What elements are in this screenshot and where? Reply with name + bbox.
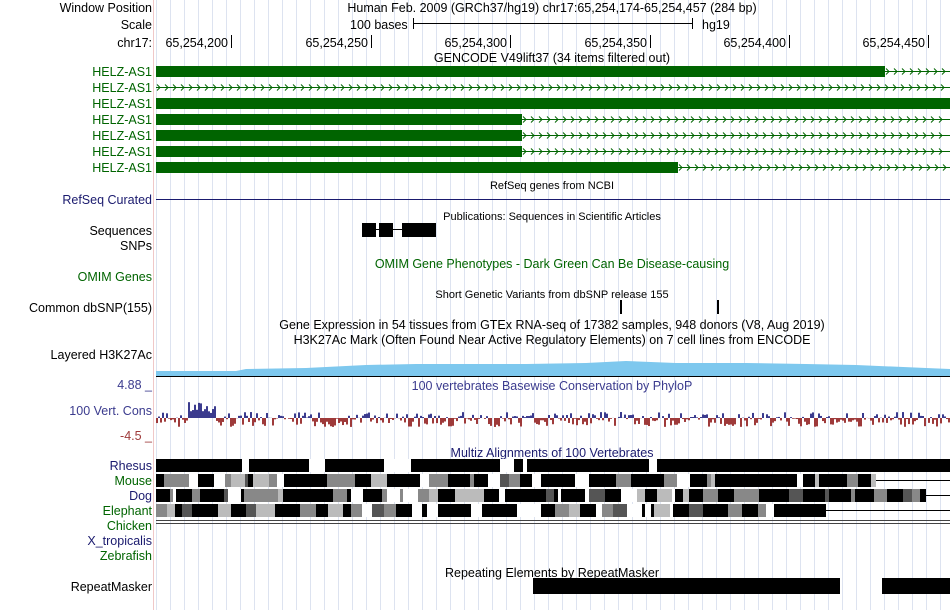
- ruler-tick: [928, 35, 929, 48]
- dbsnp-label[interactable]: Common dbSNP(155): [0, 301, 152, 315]
- gencode-exon[interactable]: [156, 114, 522, 125]
- multiz-species-label[interactable]: Zebrafish: [0, 549, 152, 563]
- phylop-signal[interactable]: [156, 394, 950, 438]
- gencode-exon[interactable]: [156, 130, 522, 141]
- sequences-label[interactable]: Sequences: [0, 224, 152, 238]
- repeat-element[interactable]: [533, 578, 840, 594]
- ruler-tick: [371, 35, 372, 48]
- label-separator: [153, 0, 154, 610]
- gencode-intron[interactable]: [678, 162, 950, 173]
- gencode-item-label[interactable]: HELZ-AS1: [0, 113, 152, 127]
- ruler-tick-label: 65,254,350: [584, 36, 647, 50]
- window-position-label: Window Position: [59, 1, 152, 15]
- gencode-intron[interactable]: [522, 114, 950, 125]
- multiz-species-label[interactable]: Chicken: [0, 519, 152, 533]
- chrom-label: chr17:: [117, 36, 152, 50]
- gencode-exon[interactable]: [156, 98, 950, 109]
- publication-block[interactable]: [402, 223, 436, 237]
- multiz-species-label[interactable]: Mouse: [0, 474, 152, 488]
- phylop-track-title: 100 vertebrates Basewise Conservation by…: [411, 379, 693, 393]
- gencode-item-label[interactable]: HELZ-AS1: [0, 129, 152, 143]
- phylop-max-label: 4.88 _: [117, 378, 152, 392]
- multiz-species-label[interactable]: Elephant: [0, 504, 152, 518]
- repeat-element[interactable]: [882, 578, 950, 594]
- h3k27ac-track-title: H3K27Ac Mark (Often Found Near Active Re…: [293, 333, 811, 347]
- gencode-item-label[interactable]: HELZ-AS1: [0, 161, 152, 175]
- publication-block[interactable]: [362, 223, 376, 237]
- phylop-min-label: -4.5 _: [120, 429, 152, 443]
- gencode-item-label[interactable]: HELZ-AS1: [0, 97, 152, 111]
- ruler-tick: [231, 35, 232, 48]
- ruler-tick: [510, 35, 511, 48]
- ruler-tick-label: 65,254,400: [723, 36, 786, 50]
- publication-block[interactable]: [379, 223, 393, 237]
- scale-label: Scale: [120, 18, 152, 32]
- repeatmasker-label[interactable]: RepeatMasker: [0, 580, 152, 594]
- snp-marker[interactable]: [620, 300, 622, 314]
- gencode-exon[interactable]: [156, 146, 522, 157]
- snps-label[interactable]: SNPs: [0, 239, 152, 253]
- publications-track-title: Publications: Sequences in Scientific Ar…: [443, 211, 661, 223]
- gencode-item-label[interactable]: HELZ-AS1: [0, 81, 152, 95]
- ruler-tick-label: 65,254,250: [305, 36, 368, 50]
- position-text: Human Feb. 2009 (GRCh37/hg19) chr17:65,2…: [347, 1, 757, 15]
- publication-connector: [393, 229, 402, 230]
- gencode-intron[interactable]: [522, 130, 950, 141]
- gencode-exon[interactable]: [156, 162, 678, 173]
- scale-text: 100 bases: [350, 18, 408, 32]
- ruler-tick-label: 65,254,450: [862, 36, 925, 50]
- gencode-intron[interactable]: [522, 146, 950, 157]
- phylop-label[interactable]: 100 Vert. Cons: [0, 404, 152, 418]
- gtex-track-title: Gene Expression in 54 tissues from GTEx …: [279, 318, 825, 332]
- scale-bar: [413, 23, 693, 24]
- h3k27ac-label[interactable]: Layered H3K27Ac: [0, 348, 152, 362]
- gencode-track-title: GENCODE V49lift37 (34 items filtered out…: [433, 51, 671, 65]
- genome-browser-image[interactable]: Window Position Human Feb. 2009 (GRCh37/…: [0, 0, 950, 610]
- h3k27ac-signal[interactable]: [156, 355, 950, 377]
- ruler-tick-label: 65,254,200: [165, 36, 228, 50]
- refseq-label[interactable]: RefSeq Curated: [0, 193, 152, 207]
- multiz-alignment[interactable]: [156, 457, 950, 532]
- gencode-item-label[interactable]: HELZ-AS1: [0, 145, 152, 159]
- gencode-intron[interactable]: [156, 82, 950, 93]
- scale-bar-right-tick: [692, 18, 693, 29]
- omim-label[interactable]: OMIM Genes: [0, 270, 152, 284]
- snp-marker[interactable]: [717, 300, 719, 314]
- refseq-line: [156, 199, 950, 200]
- dbsnp-track-title: Short Genetic Variants from dbSNP releas…: [435, 289, 669, 301]
- gencode-exon[interactable]: [156, 66, 885, 77]
- ruler-tick-label: 65,254,300: [444, 36, 507, 50]
- ruler-tick: [789, 35, 790, 48]
- omim-track-title: OMIM Gene Phenotypes - Dark Green Can Be…: [374, 257, 730, 271]
- gencode-intron[interactable]: [885, 66, 950, 77]
- assembly-label: hg19: [702, 18, 730, 32]
- refseq-track-title: RefSeq genes from NCBI: [489, 180, 615, 192]
- multiz-species-label[interactable]: Rhesus: [0, 459, 152, 473]
- multiz-species-label[interactable]: Dog: [0, 489, 152, 503]
- ruler-tick: [650, 35, 651, 48]
- multiz-species-label[interactable]: X_tropicalis: [0, 534, 152, 548]
- scale-bar-left-tick: [413, 18, 414, 29]
- gencode-item-label[interactable]: HELZ-AS1: [0, 65, 152, 79]
